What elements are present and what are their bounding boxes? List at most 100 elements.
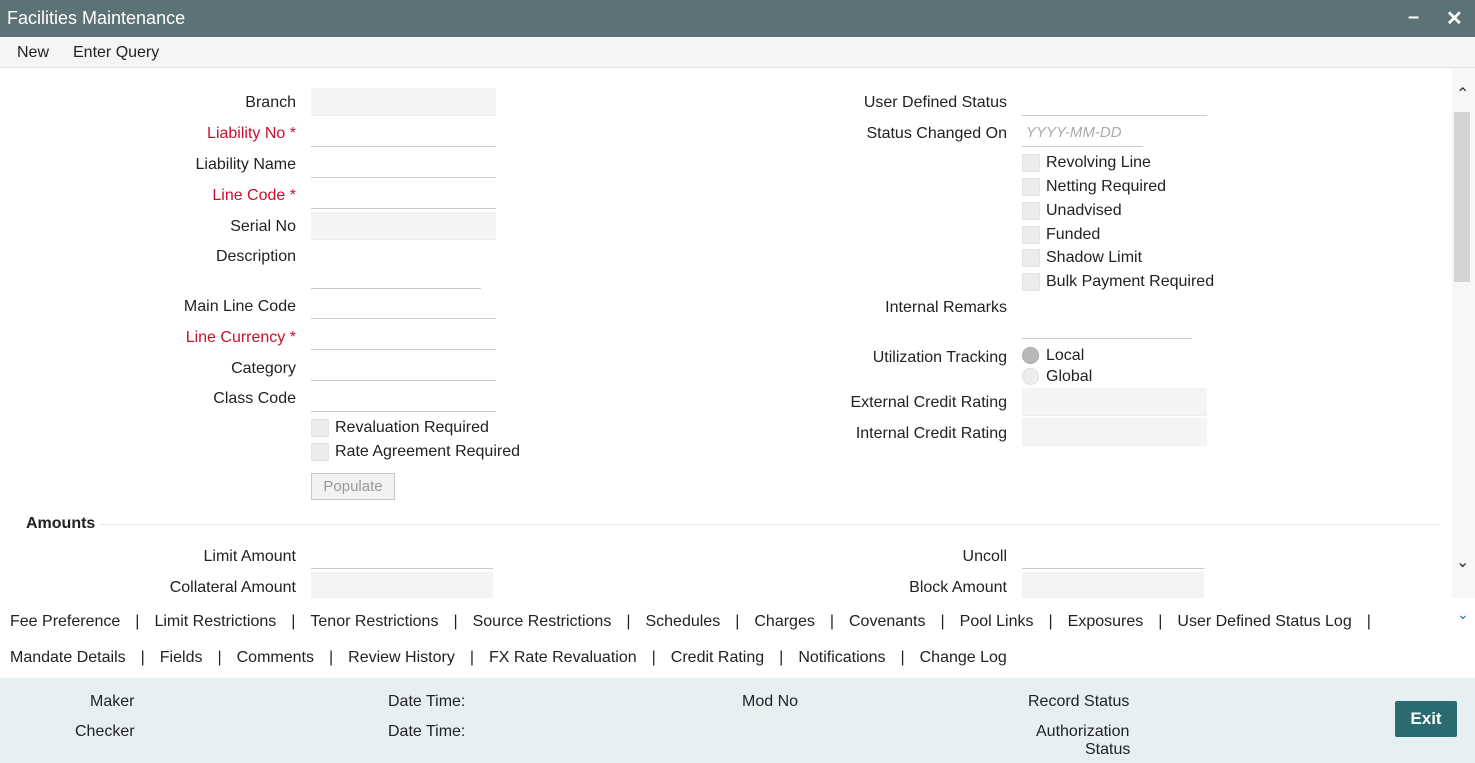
- internal-remarks-field[interactable]: [1022, 311, 1192, 339]
- uncoll-field[interactable]: [1022, 541, 1204, 569]
- funded-checkbox[interactable]: [1022, 226, 1040, 244]
- block-amount-label: Block Amount: [909, 579, 1007, 596]
- limit-amount-field[interactable]: [311, 541, 493, 569]
- maker-date-time-label: Date Time:: [388, 693, 466, 710]
- internal-credit-rating-label: Internal Credit Rating: [855, 425, 1007, 442]
- tab-separator: |: [1048, 613, 1053, 630]
- revolving-line-checkbox[interactable]: [1022, 154, 1040, 172]
- netting-required-checkbox[interactable]: [1022, 178, 1040, 196]
- main-line-code-label: Main Line Code: [183, 298, 296, 315]
- utilization-global-radio[interactable]: [1022, 368, 1039, 385]
- tab-fee-preference[interactable]: Fee Preference: [10, 613, 120, 630]
- mod-no-label: Mod No: [742, 693, 799, 710]
- external-credit-rating-field[interactable]: [1022, 388, 1207, 416]
- tab-charges[interactable]: Charges: [754, 613, 814, 630]
- tab-notifications[interactable]: Notifications: [798, 649, 885, 666]
- bulk-payment-required-label: Bulk Payment Required: [1046, 273, 1215, 290]
- category-field[interactable]: [311, 353, 496, 381]
- utilization-local-label: Local: [1046, 347, 1085, 364]
- tab-pool-links[interactable]: Pool Links: [960, 613, 1034, 630]
- external-credit-rating-label: External Credit Rating: [850, 394, 1007, 411]
- tab-schedules[interactable]: Schedules: [645, 613, 720, 630]
- tab-exposures[interactable]: Exposures: [1068, 613, 1144, 630]
- form-content: Branch Liability No * Liability Name Lin…: [0, 68, 1452, 598]
- tab-separator: |: [735, 613, 740, 630]
- tab-fields[interactable]: Fields: [160, 649, 203, 666]
- line-code-label: Line Code *: [212, 187, 296, 204]
- liability-name-field[interactable]: [311, 150, 496, 178]
- tab-separator: |: [626, 613, 631, 630]
- utilization-global-label: Global: [1046, 368, 1093, 385]
- shadow-limit-checkbox[interactable]: [1022, 249, 1040, 267]
- tab-user-defined-status-log[interactable]: User Defined Status Log: [1177, 613, 1351, 630]
- tab-separator: |: [217, 649, 222, 666]
- user-defined-status-label: User Defined Status: [863, 94, 1007, 111]
- minimize-icon[interactable]: –: [1408, 6, 1419, 29]
- tab-limit-restrictions[interactable]: Limit Restrictions: [154, 613, 276, 630]
- checker-label: Checker: [75, 723, 135, 740]
- revaluation-required-checkbox[interactable]: [311, 419, 329, 437]
- netting-required-label: Netting Required: [1046, 178, 1167, 195]
- tab-covenants[interactable]: Covenants: [849, 613, 926, 630]
- main-line-code-field[interactable]: [311, 291, 496, 319]
- rate-agreement-required-label: Rate Agreement Required: [335, 443, 520, 460]
- limit-amount-label: Limit Amount: [203, 548, 296, 565]
- tab-fx-rate-revaluation[interactable]: FX Rate Revaluation: [489, 649, 637, 666]
- revolving-line-label: Revolving Line: [1046, 154, 1151, 171]
- tab-separator: |: [291, 613, 296, 630]
- bulk-payment-required-checkbox[interactable]: [1022, 273, 1040, 291]
- class-code-field[interactable]: [311, 384, 496, 412]
- serial-no-field[interactable]: [311, 212, 496, 240]
- funded-label: Funded: [1046, 226, 1101, 243]
- tab-mandate-details[interactable]: Mandate Details: [10, 649, 126, 666]
- menu-enter-query[interactable]: Enter Query: [73, 44, 159, 62]
- line-currency-field[interactable]: [311, 322, 496, 350]
- record-status-label: Record Status: [1028, 693, 1130, 710]
- status-changed-on-field[interactable]: [1022, 119, 1143, 147]
- line-code-field[interactable]: [311, 181, 496, 209]
- description-label: Description: [215, 248, 296, 265]
- branch-field[interactable]: [311, 88, 496, 116]
- menu-new[interactable]: New: [17, 44, 49, 62]
- close-icon[interactable]: ✕: [1446, 6, 1463, 31]
- utilization-local-radio[interactable]: [1022, 347, 1039, 364]
- liability-no-field[interactable]: [311, 119, 496, 147]
- audit-footer: Maker Checker Date Time: Date Time: Mod …: [0, 678, 1475, 763]
- tab-separator: |: [453, 613, 458, 630]
- checker-date-time-label: Date Time:: [388, 723, 466, 740]
- chevron-down-icon[interactable]: ⌄: [1456, 552, 1469, 572]
- internal-credit-rating-field[interactable]: [1022, 418, 1207, 446]
- description-field[interactable]: [311, 261, 481, 289]
- tab-separator: |: [829, 613, 834, 630]
- authorization-label: Authorization: [1036, 723, 1130, 740]
- more-tabs-chevron-down-icon[interactable]: ⌄: [1457, 606, 1469, 623]
- tab-source-restrictions[interactable]: Source Restrictions: [473, 613, 612, 630]
- tab-review-history[interactable]: Review History: [348, 649, 455, 666]
- internal-remarks-label: Internal Remarks: [885, 299, 1007, 316]
- tab-credit-rating[interactable]: Credit Rating: [671, 649, 764, 666]
- liability-name-label: Liability Name: [195, 156, 296, 173]
- window-title: Facilities Maintenance: [7, 8, 186, 28]
- collateral-amount-field[interactable]: [311, 572, 493, 598]
- tab-separator: |: [140, 649, 145, 666]
- tab-separator: |: [328, 649, 334, 666]
- unadvised-checkbox[interactable]: [1022, 202, 1040, 220]
- populate-button[interactable]: Populate: [311, 473, 395, 500]
- tab-separator: |: [135, 613, 140, 630]
- tab-separator: |: [779, 649, 784, 666]
- chevron-up-icon[interactable]: ⌃: [1456, 84, 1469, 104]
- scrollbar-thumb[interactable]: [1454, 112, 1470, 282]
- tab-tenor-restrictions[interactable]: Tenor Restrictions: [310, 613, 438, 630]
- subscreen-tabs: Fee Preference | Limit Restrictions | Tenor …: [0, 598, 1475, 678]
- vertical-scrollbar[interactable]: ⌃ ⌄: [1452, 68, 1475, 598]
- block-amount-field[interactable]: [1022, 572, 1204, 598]
- exit-button[interactable]: Exit: [1395, 701, 1457, 737]
- shadow-limit-label: Shadow Limit: [1046, 249, 1143, 266]
- tab-comments[interactable]: Comments: [237, 649, 314, 666]
- unadvised-label: Unadvised: [1046, 202, 1122, 219]
- tab-change-log[interactable]: Change Log: [920, 649, 1007, 666]
- revaluation-required-label: Revaluation Required: [335, 419, 489, 436]
- user-defined-status-field[interactable]: [1022, 88, 1207, 116]
- authorization-status-label: Status: [1085, 741, 1131, 758]
- rate-agreement-required-checkbox[interactable]: [311, 443, 329, 461]
